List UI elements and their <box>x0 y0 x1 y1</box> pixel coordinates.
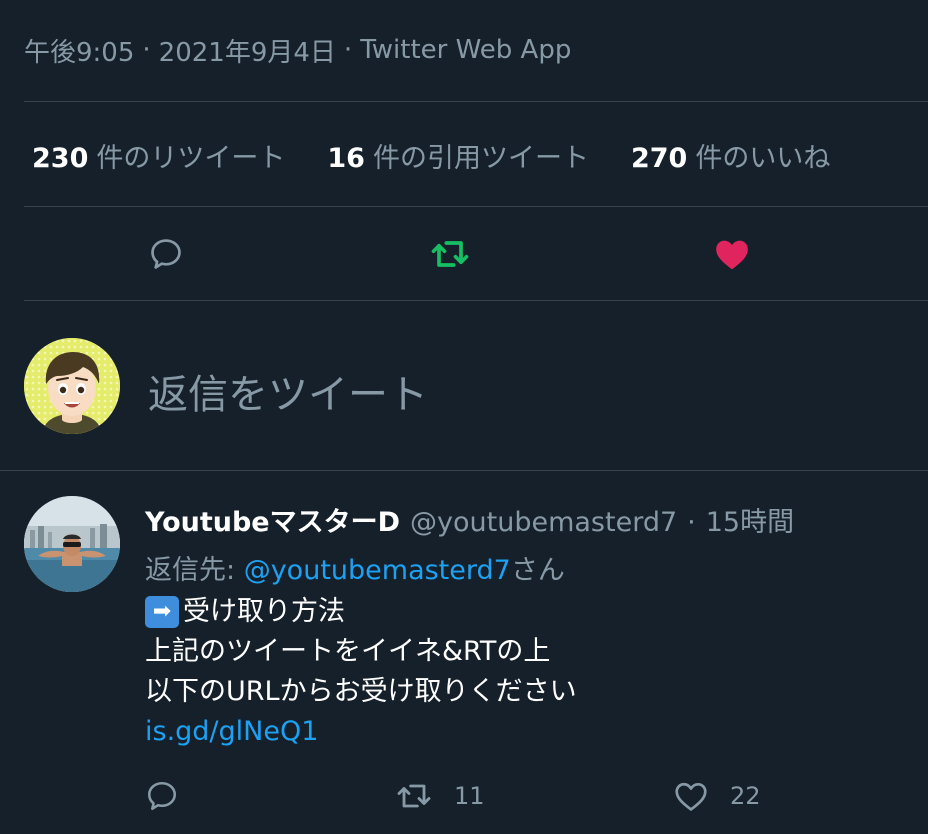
tweet-date-link[interactable]: 2021年9月4日 <box>159 32 336 69</box>
tweet-action-bar <box>0 208 928 300</box>
retweets-label: 件のリツイート <box>96 142 286 174</box>
separator-dot: · <box>142 35 151 65</box>
tweet-time-ago[interactable]: 15時間 <box>706 500 794 539</box>
retweets-stat-link[interactable]: 230 件のリツイート <box>32 136 285 175</box>
replying-to-suffix: さん <box>510 555 565 586</box>
heart-filled-icon <box>716 240 748 270</box>
retweet-button[interactable] <box>428 232 472 276</box>
tweet-time-link[interactable]: 午後9:05 <box>24 32 134 69</box>
tweet-text-link-line: is.gd/glNeQ1 <box>145 712 577 752</box>
tweet-source-link[interactable]: Twitter Web App <box>360 35 571 65</box>
reply-tweet-reply-button[interactable] <box>144 774 200 818</box>
tweet-text-line: ➡ 受け取り方法 <box>145 592 577 632</box>
tweet-text-line-1: 受け取り方法 <box>183 596 345 627</box>
reply-button[interactable] <box>144 232 188 276</box>
reply-tweet-header: YoutubeマスターD @youtubemasterd7 · 15時間 <box>145 500 794 539</box>
reply-icon <box>147 781 177 811</box>
retweets-count: 230 <box>32 142 89 174</box>
tweet-timestamp-row: 午後9:05 · 2021年9月4日 · Twitter Web App <box>24 28 571 72</box>
right-arrow-emoji-icon: ➡ <box>145 596 179 628</box>
divider <box>24 300 928 301</box>
avatar-photo <box>24 496 120 592</box>
reply-icon <box>151 239 181 269</box>
engagement-stats: 230 件のリツイート 16 件の引用ツイート 270 件のいいね <box>32 132 830 178</box>
reply-tweet-actions: 11 22 <box>0 774 928 818</box>
quote-tweets-label: 件の引用ツイート <box>372 142 589 174</box>
reply-input[interactable]: 返信をツイート <box>148 362 428 420</box>
author-display-name[interactable]: YoutubeマスターD <box>145 500 400 539</box>
likes-count: 270 <box>630 142 688 174</box>
tweet-url-link[interactable]: is.gd/glNeQ1 <box>145 712 318 752</box>
divider <box>24 101 928 102</box>
quote-tweets-stat-link[interactable]: 16 件の引用ツイート <box>327 136 589 175</box>
separator-dot: · <box>343 35 353 65</box>
divider <box>0 470 928 471</box>
avatar-illustration <box>24 338 120 434</box>
quote-tweets-count: 16 <box>327 142 365 174</box>
likes-label: 件のいいね <box>695 142 831 174</box>
reply-author-avatar[interactable] <box>24 496 120 592</box>
likes-stat-link[interactable]: 270 件のいいね <box>631 136 830 175</box>
tweet-text-line-3: 以下のURLからお受け取りください <box>145 676 577 707</box>
reply-tweet-text: ➡ 受け取り方法 上記のツイートをイイネ&RTの上 以下のURLからお受け取りく… <box>145 592 577 752</box>
reply-tweet[interactable]: YoutubeマスターD @youtubemasterd7 · 15時間 返信先… <box>0 472 928 834</box>
like-count: 22 <box>730 782 761 810</box>
like-button[interactable] <box>710 232 754 276</box>
heart-outline-icon <box>675 782 707 811</box>
reply-compose-area: 返信をツイート <box>0 302 928 470</box>
user-avatar[interactable] <box>24 338 120 434</box>
separator-dot: · <box>687 507 696 538</box>
replying-to-mention[interactable]: @youtubemasterd7 <box>244 555 511 586</box>
author-handle[interactable]: @youtubemasterd7 <box>410 507 677 538</box>
replying-to-prefix: 返信先: <box>145 555 236 586</box>
reply-tweet-like-button[interactable]: 22 <box>672 774 761 818</box>
retweet-count: 11 <box>454 782 485 810</box>
divider <box>24 206 928 207</box>
reply-tweet-retweet-button[interactable]: 11 <box>394 774 485 818</box>
replying-to-line: 返信先: @youtubemasterd7さん <box>145 548 565 587</box>
retweet-icon <box>431 241 469 267</box>
tweet-text-line-2: 上記のツイートをイイネ&RTの上 <box>145 636 551 667</box>
retweet-icon <box>397 784 431 808</box>
